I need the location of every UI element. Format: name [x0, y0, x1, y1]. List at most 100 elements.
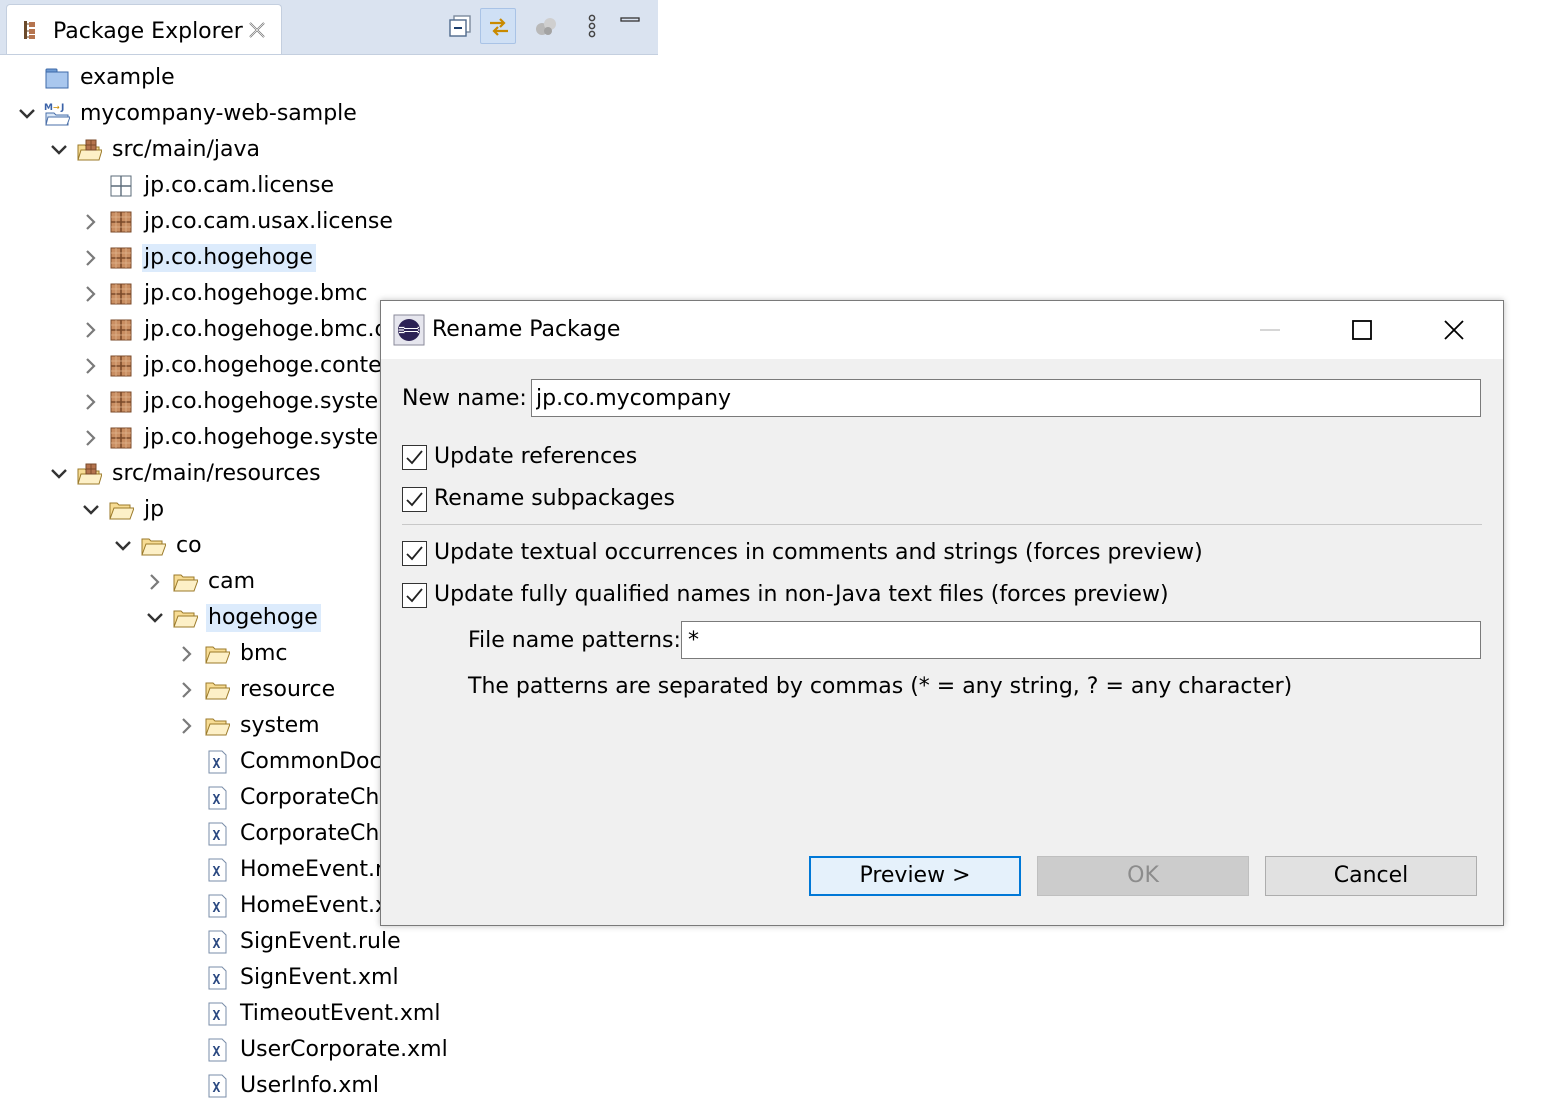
xml-file-icon: X — [208, 786, 227, 810]
tree-item[interactable]: jp.co.hogehoge — [0, 240, 660, 276]
tree-item[interactable]: X SignEvent.rule — [0, 924, 660, 960]
tree-item-label: jp.co.hogehoge — [142, 244, 317, 272]
update-qualified-names-checkbox[interactable] — [402, 583, 427, 608]
chevron-right-icon[interactable] — [178, 645, 196, 663]
collapse-all-button[interactable] — [442, 8, 478, 44]
folder-open-icon — [109, 502, 134, 520]
tree-item-label: jp.co.hogehoge.systen — [144, 389, 393, 414]
preview-button[interactable]: Preview > — [809, 856, 1021, 896]
maximize-window-button[interactable] — [1339, 309, 1385, 351]
tree-item-label: example — [80, 65, 175, 90]
xml-file-icon: X — [208, 1038, 227, 1062]
svg-text:X: X — [213, 793, 221, 808]
svg-text:X: X — [213, 973, 221, 988]
xml-file-icon: X — [208, 822, 227, 846]
view-menu-icon — [588, 14, 596, 38]
folder-open-icon — [141, 538, 166, 556]
svg-text:X: X — [213, 829, 221, 844]
tree-item-label: UserInfo.xml — [240, 1073, 379, 1098]
tree-item-label: jp.co.hogehoge.systen — [144, 425, 393, 450]
svg-text:X: X — [213, 937, 221, 952]
project-icon: M → J — [44, 103, 70, 126]
tree-item-label: jp.co.hogehoge.contex — [144, 353, 395, 378]
chevron-right-icon[interactable] — [82, 285, 100, 303]
update-textual-occurrences-label: Update textual occurrences in comments a… — [434, 540, 1203, 565]
xml-file-icon: X — [208, 930, 227, 954]
view-menu-button[interactable] — [574, 8, 610, 44]
update-references-checkbox[interactable] — [402, 445, 427, 470]
checkmark-icon — [406, 588, 423, 603]
tree-item-label: UserCorporate.xml — [240, 1037, 448, 1062]
chevron-right-icon[interactable] — [82, 393, 100, 411]
update-textual-occurrences-checkbox[interactable] — [402, 541, 427, 566]
chevron-down-icon[interactable] — [82, 501, 100, 519]
svg-text:X: X — [213, 901, 221, 916]
tree-item[interactable]: X SignEvent.xml — [0, 960, 660, 996]
close-icon — [1444, 320, 1464, 340]
minimize-window-button[interactable] — [1247, 309, 1293, 351]
tree-item[interactable]: src/main/java — [0, 132, 660, 168]
chevron-right-icon[interactable] — [82, 213, 100, 231]
tree-item[interactable]: example — [0, 60, 660, 96]
tree-item-label: CorporateCha — [240, 785, 393, 810]
minimize-icon — [620, 17, 640, 22]
tree-item[interactable]: jp.co.cam.usax.license — [0, 204, 660, 240]
svg-text:→: → — [53, 103, 60, 112]
tree-item-label: SignEvent.xml — [240, 965, 399, 990]
folder-open-icon — [173, 574, 198, 592]
tree-item-label: jp — [144, 497, 165, 522]
package-icon — [110, 211, 132, 233]
focus-on-active-task-button[interactable] — [528, 8, 564, 44]
cancel-button[interactable]: Cancel — [1265, 856, 1477, 896]
tree-item-label: jp.co.hogehoge.bmc.d — [144, 317, 389, 342]
separator — [402, 524, 1482, 525]
checkmark-icon — [406, 450, 423, 465]
ok-button: OK — [1037, 856, 1249, 896]
dialog-title: Rename Package — [432, 317, 621, 342]
chevron-right-icon[interactable] — [82, 429, 100, 447]
file-name-patterns-input[interactable] — [681, 621, 1481, 659]
dialog-titlebar[interactable]: Rename Package — [381, 301, 1503, 359]
package-empty-icon — [110, 175, 132, 197]
tree-item-label: jp.co.cam.usax.license — [144, 209, 393, 234]
chevron-right-icon[interactable] — [178, 717, 196, 735]
chevron-right-icon[interactable] — [82, 357, 100, 375]
close-icon[interactable] — [247, 20, 267, 40]
tree-item-label: mycompany-web-sample — [80, 101, 357, 126]
xml-file-icon: X — [208, 1002, 227, 1026]
package-explorer-tab[interactable]: Package Explorer — [6, 4, 282, 54]
update-references-label: Update references — [434, 444, 638, 469]
chevron-down-icon[interactable] — [50, 465, 68, 483]
chevron-right-icon[interactable] — [146, 573, 164, 591]
rename-subpackages-checkbox[interactable] — [402, 487, 427, 512]
tree-item-label: SignEvent.rule — [240, 929, 401, 954]
tree-item[interactable]: jp.co.cam.license — [0, 168, 660, 204]
rename-package-dialog: Rename Package New name: Update referenc… — [380, 300, 1504, 926]
chevron-down-icon[interactable] — [18, 105, 36, 123]
new-name-label: New name: — [402, 386, 527, 411]
patterns-hint-text: The patterns are separated by commas (* … — [468, 674, 1293, 699]
tree-item[interactable]: X TimeoutEvent.xml — [0, 996, 660, 1032]
tree-item-label: CorporateCha — [240, 821, 393, 846]
link-with-editor-button[interactable] — [480, 8, 516, 44]
close-window-button[interactable] — [1431, 309, 1477, 351]
tree-item[interactable]: M → J mycompany-web-sample — [0, 96, 660, 132]
chevron-down-icon[interactable] — [50, 141, 68, 159]
new-name-input[interactable] — [531, 379, 1481, 417]
chevron-down-icon[interactable] — [114, 537, 132, 555]
tree-item-label: hogehoge — [206, 604, 321, 632]
tree-item[interactable]: X UserInfo.xml — [0, 1068, 660, 1104]
minimize-view-button[interactable] — [612, 8, 648, 44]
svg-text:X: X — [213, 1009, 221, 1024]
chevron-right-icon[interactable] — [82, 321, 100, 339]
chevron-down-icon[interactable] — [146, 609, 164, 627]
chevron-right-icon[interactable] — [82, 249, 100, 267]
tree-item-label: jp.co.hogehoge.bmc — [144, 281, 368, 306]
tree-item[interactable]: X UserCorporate.xml — [0, 1032, 660, 1068]
explorer-header: Package Explorer — [0, 0, 658, 55]
chevron-right-icon[interactable] — [178, 681, 196, 699]
update-qualified-names-label: Update fully qualified names in non-Java… — [434, 582, 1169, 607]
checkmark-icon — [406, 546, 423, 561]
file-name-patterns-label: File name patterns: — [468, 628, 681, 653]
tree-item-label: system — [240, 713, 320, 738]
